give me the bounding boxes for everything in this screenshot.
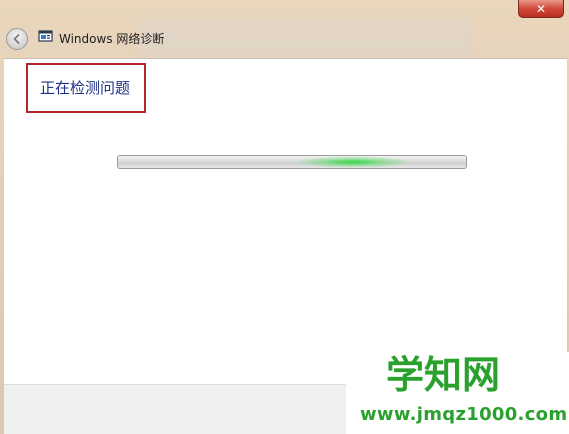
close-button[interactable]: ✕ [518,0,564,18]
back-arrow-icon [13,34,20,44]
close-icon: ✕ [535,1,547,16]
network-diagnostics-icon [38,30,53,42]
watermark-url: www.jmqz1000.com [360,404,568,425]
main-content: 正在检测问题 [4,58,567,385]
progress-indicator [293,156,413,168]
progress-bar [117,155,467,169]
back-button[interactable] [6,28,28,50]
title-bar: ✕ Windows 网络诊断 [0,0,569,62]
watermark-logo: 学知网 [386,353,501,397]
watermark: 学知网 www.jmqz1000.com [346,352,569,434]
status-heading: 正在检测问题 [40,79,131,97]
window-title: Windows 网络诊断 [59,32,165,46]
